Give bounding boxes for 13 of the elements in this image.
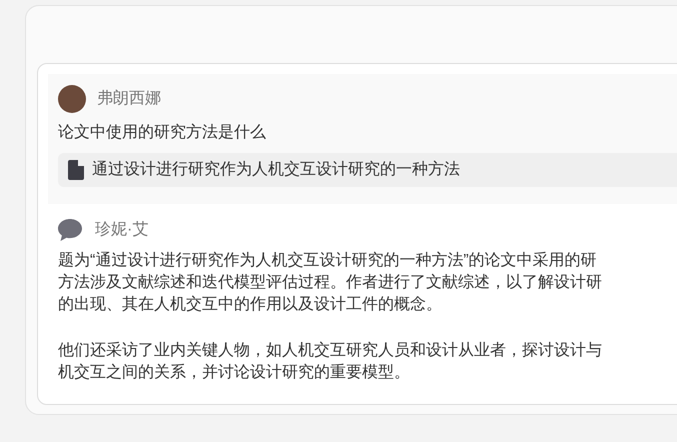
answer-text-line: 的出现、其在人机交互中的作用以及设计工件的概念。 [58, 294, 442, 315]
answer-text-line: 方法涉及文献综述和迭代模型评估过程。作者进行了文献综述，以了解设计研 [58, 272, 602, 293]
chat-bubble-icon [58, 219, 82, 241]
avatar-placeholder [58, 85, 86, 113]
question-text: 论文中使用的研究方法是什么 [58, 122, 267, 143]
file-icon [68, 160, 84, 180]
attachment-chip[interactable]: 通过设计进行研究作为人机交互设计研究的一种方法 [58, 153, 677, 187]
answer-text-line: 题为“通过设计进行研究作为人机交互设计研究的一种方法”的论文中采用的研 [58, 250, 597, 271]
answer-text-line: 他们还采访了业内关键人物，如人机交互研究人员和设计从业者，探讨设计与 [58, 340, 602, 361]
attachment-title: 通过设计进行研究作为人机交互设计研究的一种方法 [92, 160, 460, 180]
author-name: 弗朗西娜 [97, 88, 161, 109]
author-name: 珍妮·艾 [95, 220, 148, 240]
answer-text-line: 机交互之间的关系，并讨论设计研究的重要模型。 [58, 362, 410, 383]
